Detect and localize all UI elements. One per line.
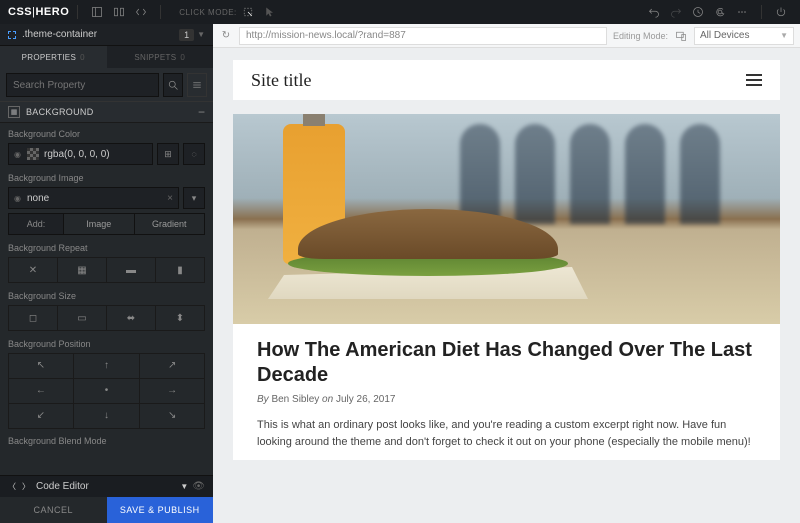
post-title[interactable]: How The American Diet Has Changed Over T…	[257, 338, 756, 388]
bg-size-label: Background Size	[8, 291, 205, 301]
size-cover-button[interactable]: ▭	[58, 305, 107, 331]
sidebar: .theme-container 1 ▼ PROPERTIES0 SNIPPET…	[0, 24, 213, 523]
eye-icon[interactable]: 👁	[192, 481, 205, 492]
bg-blend-label: Background Blend Mode	[8, 436, 205, 446]
bg-image-label: Background Image	[8, 173, 205, 183]
undo-icon[interactable]	[645, 3, 663, 21]
layout-icon[interactable]	[88, 3, 106, 21]
bg-image-dropdown[interactable]: ▾	[183, 187, 205, 209]
add-label: Add:	[8, 213, 63, 235]
clear-icon[interactable]: ×	[167, 193, 173, 204]
repeat-none-button[interactable]: ✕	[8, 257, 58, 283]
repeat-y-button[interactable]: ▮	[156, 257, 205, 283]
preview-area: ↻ Editing Mode: All Devices▼ Site title	[213, 24, 800, 523]
more-icon[interactable]	[733, 3, 751, 21]
section-background-header[interactable]: ▦ BACKGROUND −	[0, 101, 213, 123]
size-contain-h-button[interactable]: ⬌	[107, 305, 156, 331]
chevron-down-icon[interactable]: ▼	[197, 30, 205, 39]
bg-image-input[interactable]: ◉ none ×	[8, 187, 179, 209]
selector-count-badge: 1	[179, 29, 194, 41]
visibility-icon: ◉	[14, 150, 22, 158]
post-date: July 26, 2017	[336, 394, 396, 405]
bg-repeat-label: Background Repeat	[8, 243, 205, 253]
history-icon[interactable]	[689, 3, 707, 21]
site-header: Site title	[233, 60, 780, 100]
divider	[77, 5, 78, 19]
redo-icon[interactable]	[667, 3, 685, 21]
sandwich-graphic	[268, 209, 568, 299]
url-input[interactable]	[239, 27, 607, 45]
tab-snippets[interactable]: SNIPPETS0	[107, 46, 214, 68]
click-mode-label: CLICK MODE:	[179, 8, 237, 17]
columns-icon[interactable]	[110, 3, 128, 21]
selector-text: .theme-container	[22, 29, 179, 40]
color-picker-button[interactable]: ◌	[183, 143, 205, 165]
add-gradient-button[interactable]: Gradient	[134, 213, 206, 235]
pos-bl-button[interactable]: ↙	[8, 403, 75, 429]
search-input[interactable]	[6, 73, 159, 97]
click-mode-pointer-icon[interactable]	[261, 3, 279, 21]
pos-l-button[interactable]: ←	[8, 378, 75, 404]
post-meta: By Ben Sibley on July 26, 2017	[257, 394, 756, 405]
pos-tl-button[interactable]: ↖	[8, 353, 75, 379]
selector-row[interactable]: .theme-container 1 ▼	[0, 24, 213, 46]
tab-properties[interactable]: PROPERTIES0	[0, 46, 107, 68]
post-card: How The American Diet Has Changed Over T…	[233, 114, 780, 460]
bg-color-label: Background Color	[8, 129, 205, 139]
pos-b-button[interactable]: ↓	[73, 403, 140, 429]
cancel-button[interactable]: CANCEL	[0, 497, 107, 523]
pos-br-button[interactable]: ↘	[139, 403, 206, 429]
top-toolbar: CSS|HERO CLICK MODE:	[0, 0, 800, 24]
properties-panel: Background Color ◉ rgba(0, 0, 0, 0) ⊞ ◌ …	[0, 123, 213, 475]
menu-button[interactable]	[187, 73, 207, 97]
add-image-button[interactable]: Image	[63, 213, 134, 235]
bg-position-label: Background Position	[8, 339, 205, 349]
bg-color-input[interactable]: ◉ rgba(0, 0, 0, 0)	[8, 143, 153, 165]
click-mode-select-icon[interactable]	[239, 3, 257, 21]
chevron-down-icon: ▼	[180, 482, 188, 491]
color-grid-button[interactable]: ⊞	[157, 143, 179, 165]
post-author[interactable]: Ben Sibley	[271, 394, 319, 405]
search-button[interactable]	[163, 73, 183, 97]
color-swatch-icon	[27, 148, 39, 160]
pos-tr-button[interactable]: ↗	[139, 353, 206, 379]
post-featured-image[interactable]	[233, 114, 780, 324]
chevron-down-icon: ▼	[780, 31, 788, 40]
hamburger-menu-icon[interactable]	[746, 74, 762, 86]
save-publish-button[interactable]: SAVE & PUBLISH	[107, 497, 214, 523]
code-editor-toggle[interactable]: 〈 〉 Code Editor ▼ 👁	[0, 475, 213, 497]
chevron-right-icon: 〉	[22, 481, 30, 492]
editing-mode-label: Editing Mode:	[613, 31, 668, 41]
pos-c-button[interactable]: •	[73, 378, 140, 404]
url-bar: ↻ Editing Mode: All Devices▼	[213, 24, 800, 48]
device-select[interactable]: All Devices▼	[694, 27, 794, 45]
repeat-x-button[interactable]: ▬	[107, 257, 156, 283]
post-excerpt: This is what an ordinary post looks like…	[257, 417, 756, 450]
power-icon[interactable]	[772, 3, 790, 21]
repeat-both-button[interactable]: ▦	[58, 257, 107, 283]
app-logo: CSS|HERO	[8, 6, 69, 18]
background-section-icon: ▦	[8, 106, 20, 118]
refresh-icon[interactable]: ↻	[219, 29, 233, 43]
size-auto-button[interactable]: ◻	[8, 305, 58, 331]
divider	[160, 5, 161, 19]
preview-canvas: Site title How The American Diet Has Cha…	[213, 48, 800, 523]
at-icon[interactable]	[711, 3, 729, 21]
visibility-icon: ◉	[14, 194, 22, 202]
size-contain-v-button[interactable]: ⬍	[156, 305, 205, 331]
code-icon[interactable]	[132, 3, 150, 21]
selector-target-icon	[8, 31, 16, 39]
site-title[interactable]: Site title	[251, 70, 312, 91]
sidebar-tabs: PROPERTIES0 SNIPPETS0	[0, 46, 213, 68]
collapse-icon[interactable]: −	[198, 105, 205, 119]
chevron-left-icon: 〈	[8, 481, 16, 492]
divider	[761, 5, 762, 19]
pos-t-button[interactable]: ↑	[73, 353, 140, 379]
device-icon[interactable]	[674, 29, 688, 43]
pos-r-button[interactable]: →	[139, 378, 206, 404]
